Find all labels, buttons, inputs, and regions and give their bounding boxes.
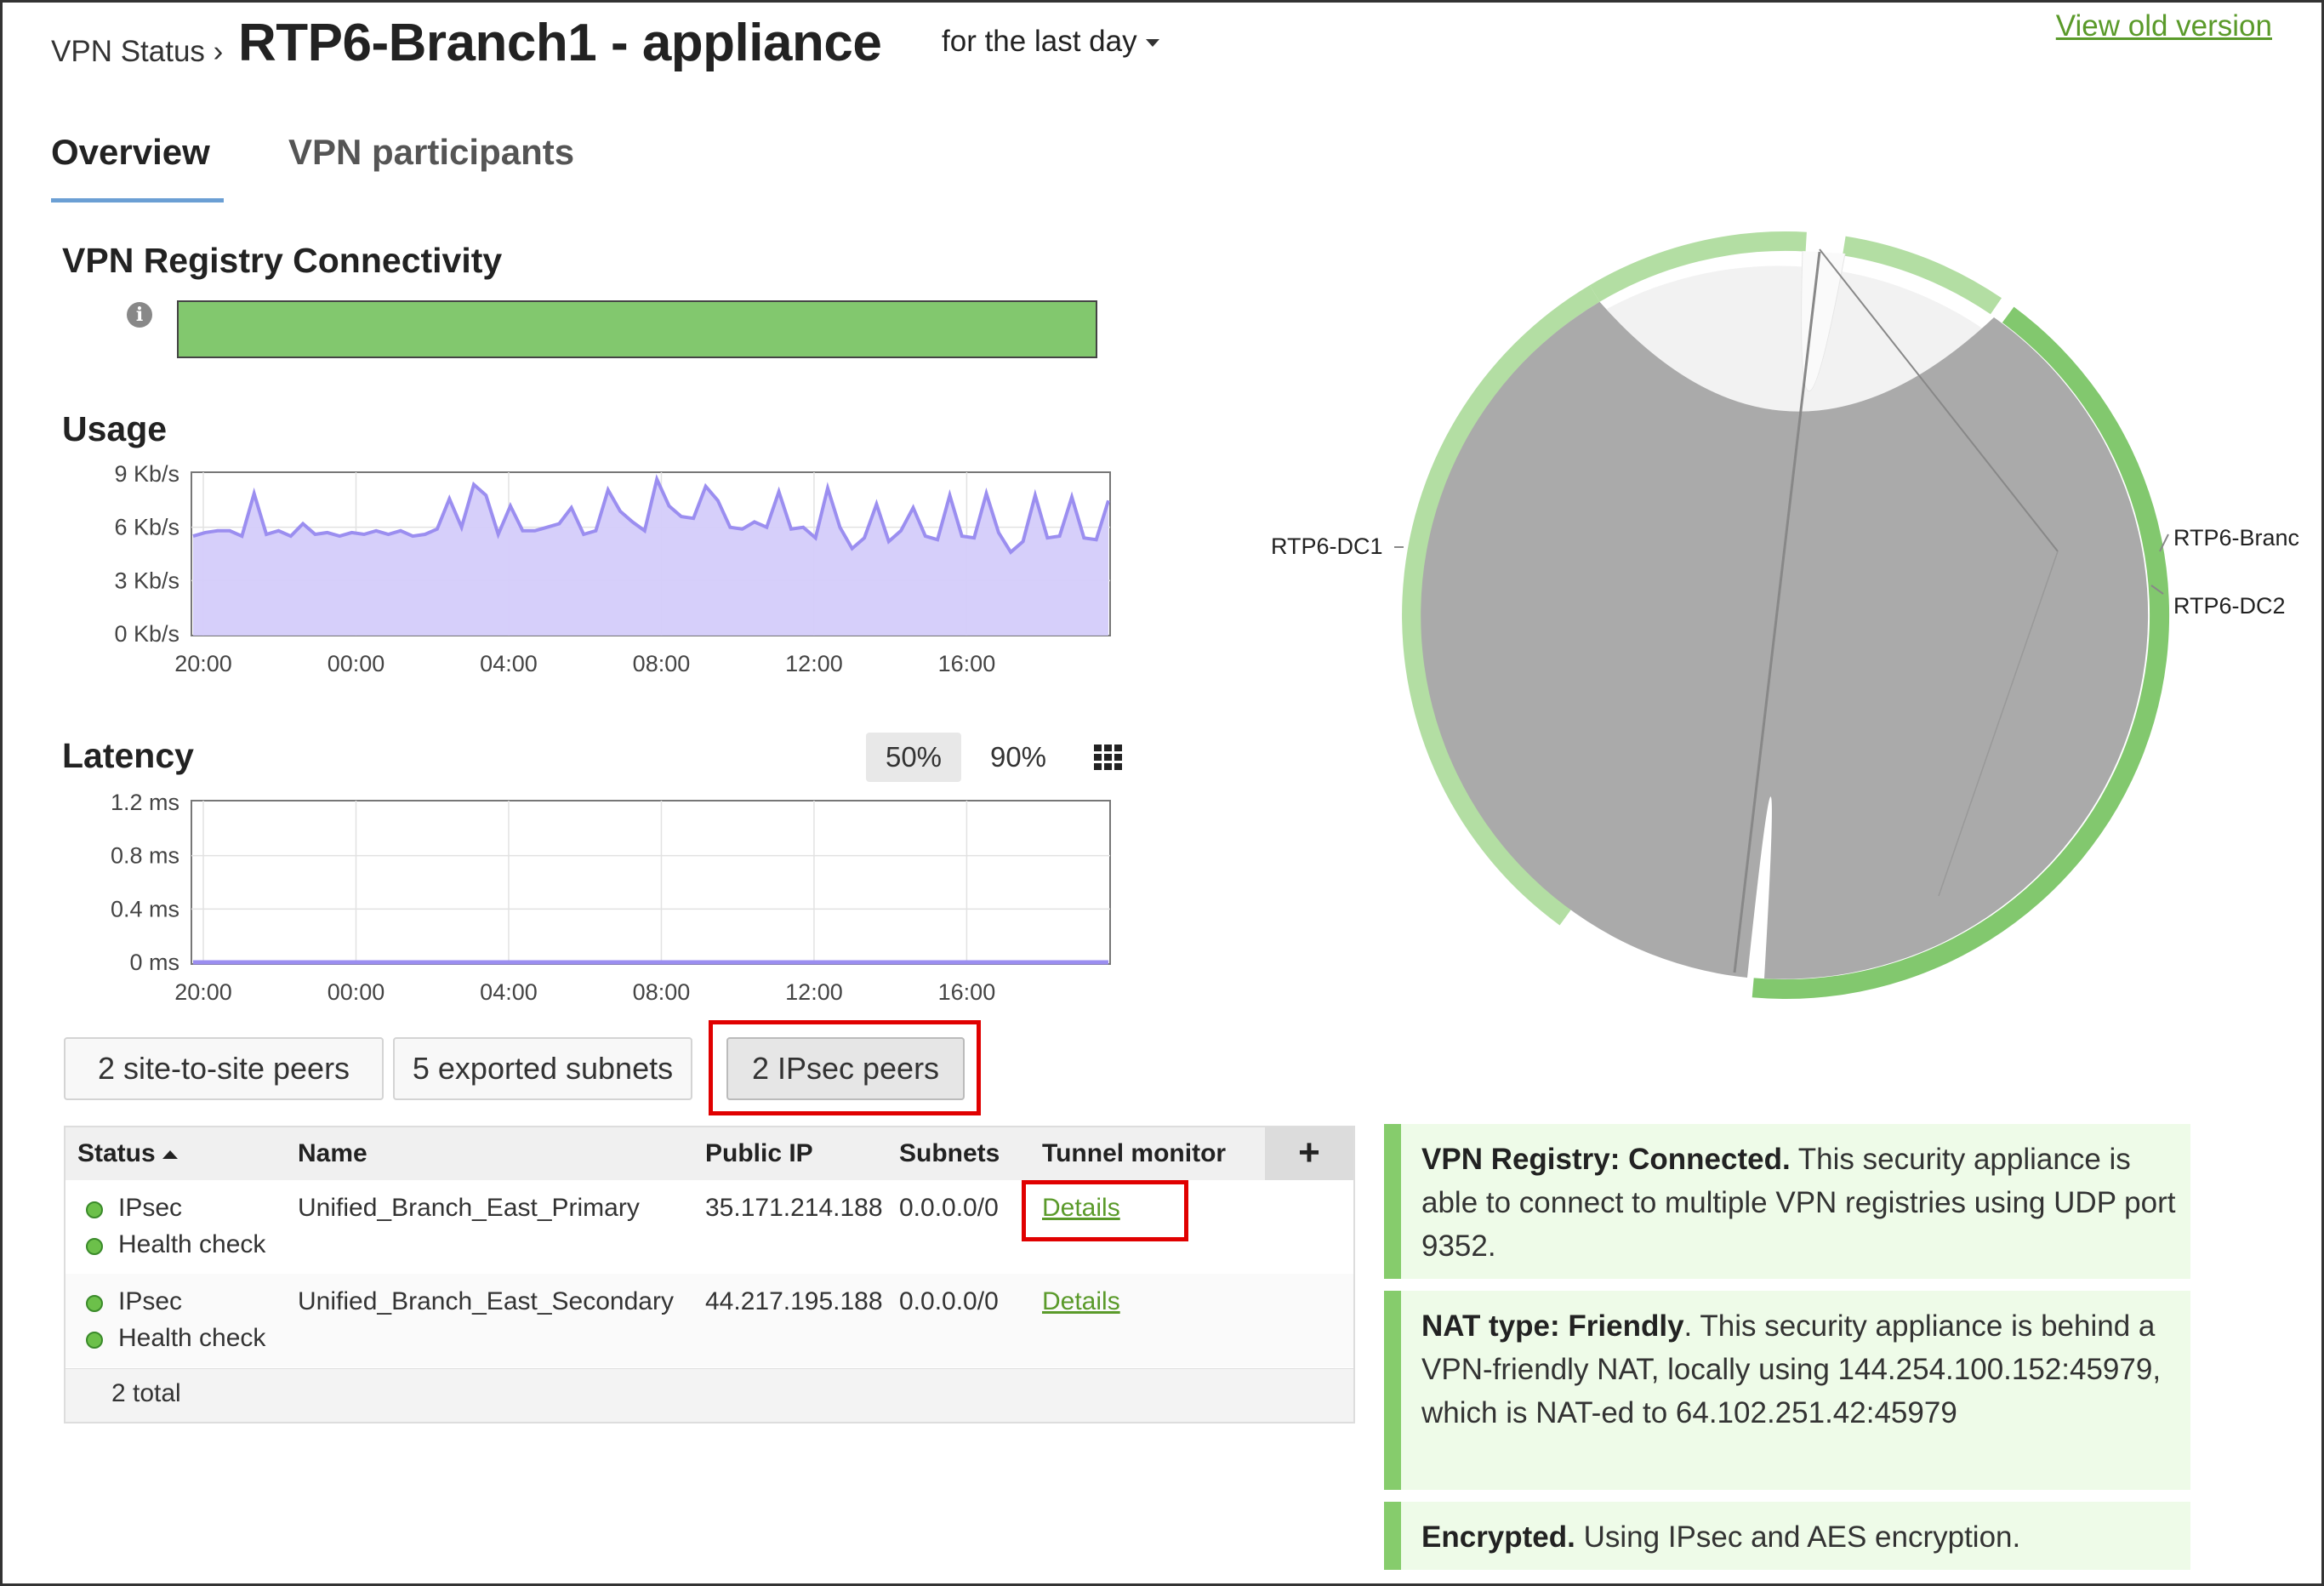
chart-frame (191, 800, 1111, 965)
info-nat-type: NAT type: Friendly. This security applia… (1384, 1291, 2190, 1490)
x-tick-label: 16:00 (938, 979, 996, 1005)
status-ipsec-label: IPsec (118, 1287, 183, 1315)
y-tick-label: 0.4 ms (111, 896, 179, 921)
info-registry-title: VPN Registry: Connected. (1421, 1143, 1791, 1176)
details-link[interactable]: Details (1042, 1194, 1120, 1223)
chord-label-dc2: RTP6-DC2 (2173, 593, 2286, 619)
y-tick-label: 1.2 ms (111, 790, 179, 815)
sort-ascending-icon (162, 1150, 178, 1160)
page-frame: VPN Status › RTP6-Branch1 - appliance fo… (0, 0, 2324, 1586)
chord-label-dc1: RTP6-DC1 (1271, 533, 1383, 559)
peer-name: Unified_Branch_East_Secondary (298, 1287, 674, 1315)
details-link[interactable]: Details (1042, 1287, 1120, 1316)
status-health-check-label: Health check (118, 1230, 266, 1258)
info-nat-title: NAT type: Friendly (1421, 1309, 1684, 1343)
y-tick-label: 0 ms (129, 950, 179, 975)
info-registry-status: VPN Registry: Connected. This security a… (1384, 1124, 2190, 1279)
x-tick-label: 12:00 (785, 979, 843, 1005)
peer-name: Unified_Branch_East_Primary (298, 1194, 640, 1222)
y-tick-label: 0.8 ms (111, 843, 179, 869)
add-column-button[interactable]: + (1265, 1127, 1353, 1180)
table-footer: 2 total (66, 1368, 1353, 1422)
status-health-check-label: Health check (118, 1324, 266, 1352)
filter-exported-subnets[interactable]: 5 exported subnets (393, 1037, 692, 1100)
info-encryption-title: Encrypted. (1421, 1520, 1575, 1554)
total-count: 2 total (111, 1379, 181, 1407)
info-encryption: Encrypted. Using IPsec and AES encryptio… (1384, 1502, 2190, 1570)
ipsec-peers-table: Status Name Public IP Subnets Tunnel mon… (64, 1126, 1355, 1423)
filter-site-to-site-peers[interactable]: 2 site-to-site peers (64, 1037, 384, 1100)
table-row: IPsec Health check Unified_Branch_East_P… (66, 1180, 1353, 1274)
chord-label-branch: RTP6-Branch1 (2173, 525, 2299, 551)
filter-ipsec-peers[interactable]: 2 IPsec peers (726, 1037, 965, 1100)
peer-subnets: 0.0.0.0/0 (899, 1287, 999, 1315)
column-public-ip-header[interactable]: Public IP (705, 1139, 813, 1168)
x-tick-label: 04:00 (480, 979, 538, 1005)
x-tick-label: 00:00 (328, 979, 385, 1005)
status-ok-icon (86, 1238, 103, 1255)
vpn-chord-diagram: RTP6-DC1 RTP6-Branch1 RTP6-DC2 (1271, 231, 2299, 1000)
x-tick-label: 20:00 (174, 979, 232, 1005)
view-old-version-link[interactable]: View old version (2056, 9, 2272, 43)
x-tick-label: 08:00 (633, 979, 691, 1005)
peer-public-ip: 44.217.195.188 (705, 1287, 883, 1315)
info-encryption-text: Using IPsec and AES encryption. (1575, 1520, 2021, 1554)
status-ok-icon (86, 1201, 103, 1218)
column-tunnel-monitor-header[interactable]: Tunnel monitor (1042, 1139, 1226, 1168)
table-row: IPsec Health check Unified_Branch_East_S… (66, 1274, 1353, 1367)
column-name-header[interactable]: Name (298, 1139, 367, 1168)
chevron-down-icon (1145, 39, 1159, 48)
status-ok-icon (86, 1295, 103, 1312)
peer-public-ip: 35.171.214.188 (705, 1194, 883, 1222)
peer-subnets: 0.0.0.0/0 (899, 1194, 999, 1222)
status-ok-icon (86, 1332, 103, 1349)
column-subnets-header[interactable]: Subnets (899, 1139, 1000, 1168)
table-header: Status Name Public IP Subnets Tunnel mon… (66, 1127, 1353, 1180)
status-ipsec-label: IPsec (118, 1194, 183, 1222)
column-status-header[interactable]: Status (77, 1139, 178, 1168)
latency-chart: 20:00 00:00 04:00 08:00 12:00 16:00 1.2 ms 0.8 … (111, 790, 1111, 1005)
